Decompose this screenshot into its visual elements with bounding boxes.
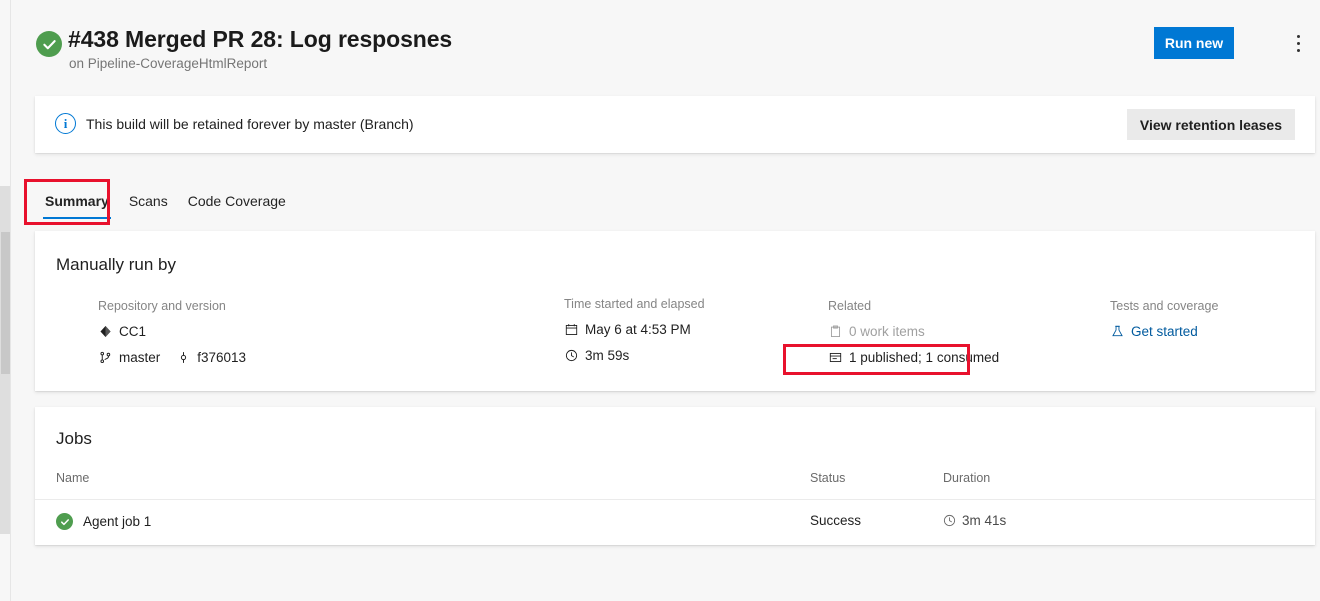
- elapsed-value: 3m 59s: [585, 348, 629, 363]
- pipeline-run-page: #438 Merged PR 28: Log resposnes on Pipe…: [0, 0, 1320, 601]
- flask-icon: [1110, 324, 1125, 339]
- run-new-button[interactable]: Run new: [1154, 27, 1234, 59]
- job-name-cell[interactable]: Agent job 1: [56, 513, 151, 530]
- tests-column-label: Tests and coverage: [1110, 299, 1218, 313]
- jobs-table-header: Name Status Duration: [35, 464, 1315, 500]
- column-header-duration: Duration: [943, 471, 990, 485]
- page-title: #438 Merged PR 28: Log resposnes: [68, 26, 452, 53]
- summary-card: Manually run by Repository and version C…: [35, 231, 1315, 391]
- tab-scans[interactable]: Scans: [119, 180, 178, 222]
- retention-message: This build will be retained forever by m…: [86, 114, 414, 134]
- tests-column: Tests and coverage Get started: [1110, 299, 1218, 348]
- work-items-row: 0 work items: [828, 322, 999, 341]
- time-column: Time started and elapsed May 6 at 4:53 P…: [564, 297, 705, 372]
- clock-icon: [943, 514, 956, 527]
- job-duration-cell: 3m 41s: [943, 513, 1006, 528]
- job-duration-value: 3m 41s: [962, 513, 1006, 528]
- tab-code-coverage[interactable]: Code Coverage: [178, 180, 296, 222]
- artifacts-value[interactable]: 1 published; 1 consumed: [849, 350, 999, 365]
- table-row[interactable]: Agent job 1 Success 3m 41s: [35, 500, 1315, 544]
- artifacts-row[interactable]: 1 published; 1 consumed: [828, 348, 999, 367]
- retention-banner: i This build will be retained forever by…: [35, 96, 1315, 153]
- calendar-icon: [564, 322, 579, 337]
- branch-name[interactable]: master: [119, 350, 160, 365]
- repository-column: Repository and version CC1 master: [98, 299, 246, 374]
- branch-commit-row: master f376013: [98, 348, 246, 367]
- clock-icon: [564, 348, 579, 363]
- work-items-value: 0 work items: [849, 324, 925, 339]
- column-header-name: Name: [56, 471, 89, 485]
- column-header-status: Status: [810, 471, 845, 485]
- time-column-label: Time started and elapsed: [564, 297, 705, 311]
- related-column-label: Related: [828, 299, 999, 313]
- tab-summary[interactable]: Summary: [35, 180, 119, 222]
- vertical-ellipsis-icon: [1297, 33, 1300, 54]
- view-retention-leases-button[interactable]: View retention leases: [1127, 109, 1295, 140]
- run-header: #438 Merged PR 28: Log resposnes on Pipe…: [11, 0, 1320, 82]
- time-started-row: May 6 at 4:53 PM: [564, 320, 705, 339]
- job-status-cell: Success: [810, 513, 861, 528]
- scrollbar-thumb[interactable]: [1, 232, 10, 374]
- work-item-icon: [828, 324, 843, 339]
- artifact-icon: [828, 350, 843, 365]
- branch-icon: [98, 350, 113, 365]
- time-started-value: May 6 at 4:53 PM: [585, 322, 691, 337]
- success-check-icon: [36, 31, 62, 57]
- elapsed-row: 3m 59s: [564, 346, 705, 365]
- more-actions-button[interactable]: [1282, 27, 1314, 59]
- commit-group[interactable]: f376013: [176, 350, 246, 365]
- azure-repos-icon: [98, 324, 113, 339]
- jobs-heading: Jobs: [56, 429, 92, 449]
- repository-row[interactable]: CC1: [98, 322, 246, 341]
- tests-get-started-link[interactable]: Get started: [1131, 324, 1198, 339]
- info-icon: i: [55, 113, 76, 134]
- tests-get-started-row[interactable]: Get started: [1110, 322, 1218, 341]
- job-name: Agent job 1: [83, 514, 151, 529]
- jobs-card: Jobs Name Status Duration Agent job 1 Su…: [35, 407, 1315, 545]
- summary-heading: Manually run by: [56, 255, 176, 275]
- pipeline-subtitle: on Pipeline-CoverageHtmlReport: [69, 56, 267, 71]
- related-column: Related 0 work items 1 published; 1 cons…: [828, 299, 999, 374]
- run-tabs: Summary Scans Code Coverage: [35, 180, 296, 225]
- jobs-table: Name Status Duration Agent job 1 Success: [35, 464, 1315, 544]
- commit-sha[interactable]: f376013: [197, 350, 246, 365]
- success-check-icon: [56, 513, 73, 530]
- page-scrollbar[interactable]: [0, 0, 11, 601]
- repository-column-label: Repository and version: [98, 299, 246, 313]
- commit-icon: [176, 350, 191, 365]
- repository-name: CC1: [119, 324, 146, 339]
